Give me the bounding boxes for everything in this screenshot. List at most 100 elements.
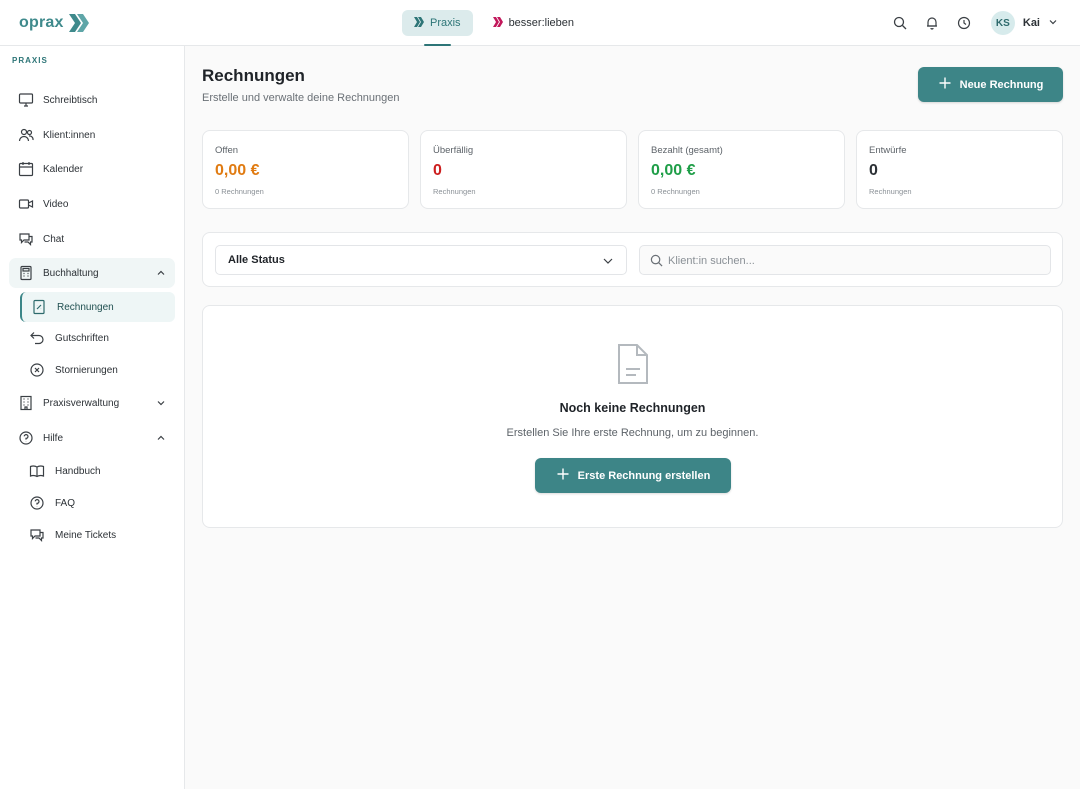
sidebar-subitem-label: Gutschriften xyxy=(55,332,109,344)
header-actions: KS Kai xyxy=(891,10,1058,36)
building-icon xyxy=(17,394,35,412)
empty-state-description: Erstellen Sie Ihre erste Rechnung, um zu… xyxy=(506,427,759,439)
new-invoice-label: Neue Rechnung xyxy=(959,78,1044,91)
client-search-input[interactable] xyxy=(668,251,1038,271)
page-subtitle: Erstelle und verwalte deine Rechnungen xyxy=(202,92,400,104)
chevron-down-icon xyxy=(602,255,614,270)
avatar: KS xyxy=(990,11,1015,35)
stat-value: 0,00 € xyxy=(651,162,696,179)
sidebar: PRAXIS Schreibtisch Klient:innen Kalende… xyxy=(0,46,185,789)
sidebar-item-klientinnen[interactable]: Klient:innen xyxy=(9,120,175,150)
stat-label: Offen xyxy=(215,145,239,156)
create-first-invoice-label: Erste Rechnung erstellen xyxy=(577,469,711,482)
search-icon[interactable] xyxy=(891,10,909,36)
stat-label: Bezahlt (gesamt) xyxy=(651,145,723,156)
chevron-down-icon xyxy=(155,397,167,409)
sidebar-subitem-label: Rechnungen xyxy=(57,301,114,313)
sidebar-item-praxisverwaltung[interactable]: Praxisverwaltung xyxy=(9,388,175,418)
stat-value: 0 xyxy=(433,162,442,179)
plus-icon xyxy=(556,467,570,484)
new-invoice-button[interactable]: Neue Rechnung xyxy=(918,67,1063,102)
stat-sub: 0 Rechnungen xyxy=(215,187,264,196)
sidebar-subitem-meine-tickets[interactable]: Meine Tickets xyxy=(20,520,175,550)
stat-card-bezahlt: Bezahlt (gesamt) 0,00 € 0 Rechnungen xyxy=(638,130,845,209)
tab-besserlieben[interactable]: besser:lieben xyxy=(481,10,586,36)
stat-label: Entwürfe xyxy=(869,145,907,156)
sidebar-item-hilfe[interactable]: Hilfe xyxy=(9,423,175,453)
stat-value: 0 xyxy=(869,162,878,179)
sidebar-item-video[interactable]: Video xyxy=(9,189,175,219)
monitor-icon xyxy=(17,91,35,109)
logo-text: oprax xyxy=(19,14,64,31)
sidebar-item-label: Video xyxy=(43,198,69,210)
chat-icon xyxy=(17,230,35,248)
tab-praxis[interactable]: Praxis xyxy=(402,10,473,46)
users-icon xyxy=(17,126,35,144)
question-icon xyxy=(28,494,46,512)
stat-label: Überfällig xyxy=(433,145,474,156)
stat-card-entwuerfe: Entwürfe 0 Rechnungen xyxy=(856,130,1063,209)
user-menu[interactable]: KS Kai xyxy=(990,11,1058,35)
chevron-up-icon xyxy=(155,267,167,279)
sidebar-subitem-faq[interactable]: FAQ xyxy=(20,488,175,518)
calculator-icon xyxy=(17,264,35,282)
user-name: Kai xyxy=(1022,17,1040,29)
sidebar-item-label: Klient:innen xyxy=(43,129,96,141)
empty-state: Noch keine Rechnungen Erstellen Sie Ihre… xyxy=(202,305,1063,528)
undo-icon xyxy=(28,329,46,347)
empty-state-title: Noch keine Rechnungen xyxy=(559,401,706,415)
sidebar-subitem-stornierungen[interactable]: Stornierungen xyxy=(20,355,175,385)
tab-praxis-label: Praxis xyxy=(430,17,461,29)
sidebar-item-buchhaltung[interactable]: Buchhaltung xyxy=(9,258,175,288)
client-search xyxy=(639,245,1051,275)
sidebar-item-label: Hilfe xyxy=(43,432,64,444)
main-content: Rechnungen Erstelle und verwalte deine R… xyxy=(185,46,1080,789)
help-circle-icon xyxy=(17,429,35,447)
stat-sub: Rechnungen xyxy=(433,187,476,196)
besserlieben-chevrons-icon xyxy=(492,16,503,30)
bell-icon[interactable] xyxy=(923,10,941,36)
sidebar-subitem-gutschriften[interactable]: Gutschriften xyxy=(20,323,175,353)
sidebar-subitem-handbuch[interactable]: Handbuch xyxy=(20,456,175,486)
tab-besserlieben-label: besser:lieben xyxy=(508,17,574,29)
document-icon xyxy=(615,342,651,391)
sidebar-subitem-label: Stornierungen xyxy=(55,364,118,376)
clock-icon[interactable] xyxy=(955,10,973,36)
sidebar-item-label: Buchhaltung xyxy=(43,267,99,279)
sidebar-item-label: Kalender xyxy=(43,163,84,175)
workspace-switcher: Praxis besser:lieben xyxy=(402,10,586,46)
sidebar-item-label: Praxisverwaltung xyxy=(43,397,120,409)
stat-sub: Rechnungen xyxy=(869,187,912,196)
book-icon xyxy=(28,462,46,480)
chevron-up-icon xyxy=(155,432,167,444)
sidebar-item-label: Chat xyxy=(43,233,65,245)
sidebar-item-kalender[interactable]: Kalender xyxy=(9,154,175,184)
sidebar-subitem-label: Handbuch xyxy=(55,465,101,477)
create-first-invoice-button[interactable]: Erste Rechnung erstellen xyxy=(535,458,731,493)
sidebar-subitem-label: Meine Tickets xyxy=(55,529,117,541)
sidebar-subitem-rechnungen[interactable]: Rechnungen xyxy=(20,292,175,322)
plus-icon xyxy=(938,76,952,93)
invoice-icon xyxy=(30,298,48,316)
sidebar-item-chat[interactable]: Chat xyxy=(9,224,175,254)
sidebar-section-title: PRAXIS xyxy=(12,56,48,65)
oprax-logo[interactable]: oprax xyxy=(19,10,90,36)
logo-chevrons-icon xyxy=(68,13,90,33)
praxis-chevrons-icon xyxy=(414,16,424,30)
status-select-value: Alle Status xyxy=(228,254,285,266)
cancel-circle-icon xyxy=(28,361,46,379)
page-title: Rechnungen xyxy=(202,66,305,85)
video-icon xyxy=(17,195,35,213)
top-bar: oprax Praxis besser:lieben KS Kai xyxy=(0,0,1080,46)
sidebar-item-label: Schreibtisch xyxy=(43,94,98,106)
stat-value: 0,00 € xyxy=(215,162,260,179)
status-select[interactable]: Alle Status xyxy=(215,245,627,275)
chevron-down-icon xyxy=(1048,14,1058,32)
sidebar-subitem-label: FAQ xyxy=(55,497,76,509)
search-icon xyxy=(650,254,663,272)
filter-bar: Alle Status xyxy=(202,232,1063,287)
stat-sub: 0 Rechnungen xyxy=(651,187,700,196)
sidebar-item-schreibtisch[interactable]: Schreibtisch xyxy=(9,85,175,115)
stat-card-offen: Offen 0,00 € 0 Rechnungen xyxy=(202,130,409,209)
tickets-icon xyxy=(28,526,46,544)
